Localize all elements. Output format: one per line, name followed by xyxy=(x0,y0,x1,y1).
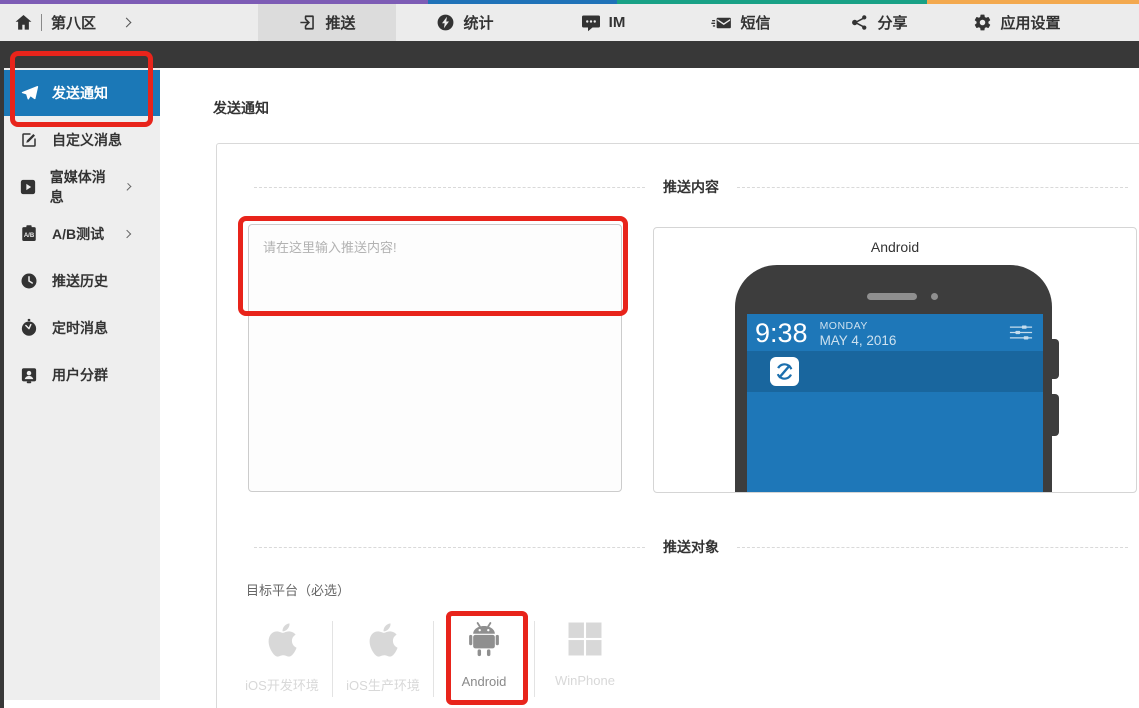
phone-screen: 9:38 MONDAY MAY 4, 2016 xyxy=(747,314,1043,492)
app-selector[interactable]: 第八区 xyxy=(0,4,258,41)
sidebar-item-ab-test[interactable]: A/B A/B测试 xyxy=(0,210,160,257)
top-navbar: 第八区 推送 统计 IM 短信 xyxy=(0,4,1139,41)
sidebar-item-label: 自定义消息 xyxy=(52,130,122,150)
notification-row xyxy=(747,351,1043,392)
preview-platform-title: Android xyxy=(654,239,1136,255)
phone-speaker xyxy=(867,293,917,300)
tab-im[interactable]: IM xyxy=(534,4,672,41)
composer-input[interactable] xyxy=(248,224,622,492)
section-title: 推送对象 xyxy=(663,537,719,557)
windows-icon xyxy=(567,621,603,662)
platform-label: Android xyxy=(462,674,507,689)
gear-icon xyxy=(973,13,992,32)
sidebar-item-label: 富媒体消息 xyxy=(50,167,113,207)
sidebar-item-label: A/B测试 xyxy=(52,224,104,244)
sidebar-item-label: 定时消息 xyxy=(52,318,108,338)
history-clock-icon xyxy=(18,272,40,290)
tab-label: IM xyxy=(609,14,626,31)
phone-date: MONDAY MAY 4, 2016 xyxy=(820,320,897,349)
chevron-right-icon xyxy=(122,18,132,28)
timer-icon xyxy=(18,318,40,337)
section-header-push-content: 推送内容 xyxy=(254,177,1128,197)
sidebar-item-push-history[interactable]: 推送历史 xyxy=(0,257,160,304)
section-title: 推送内容 xyxy=(663,177,719,197)
svg-text:A/B: A/B xyxy=(24,233,35,239)
home-icon xyxy=(14,13,33,32)
tab-stats[interactable]: 统计 xyxy=(396,4,534,41)
phone-weekday: MONDAY xyxy=(820,320,897,333)
phone-date-text: MAY 4, 2016 xyxy=(820,333,897,349)
sidebar-item-custom-message[interactable]: 自定义消息 xyxy=(0,116,160,163)
tab-app-settings[interactable]: 应用设置 xyxy=(948,4,1086,41)
tab-push[interactable]: 推送 xyxy=(258,4,396,41)
tab-label: 推送 xyxy=(325,12,355,33)
push-icon xyxy=(298,13,317,32)
sms-icon xyxy=(711,14,732,32)
send-icon xyxy=(18,84,40,103)
android-icon xyxy=(468,621,500,663)
stats-icon xyxy=(436,13,455,32)
chevron-right-icon xyxy=(123,229,131,237)
phone-mockup: 9:38 MONDAY MAY 4, 2016 xyxy=(735,265,1052,492)
rich-media-icon xyxy=(18,178,38,196)
platform-label: iOS生产环境 xyxy=(346,675,420,694)
tab-label: 短信 xyxy=(740,12,770,33)
sidebar-item-label: 推送历史 xyxy=(52,271,108,291)
sidebar-item-send-notification[interactable]: 发送通知 xyxy=(0,70,160,116)
platform-ios-dev[interactable]: iOS开发环境 xyxy=(232,615,332,694)
edit-icon xyxy=(18,131,40,149)
target-platform-label: 目标平台（必选） xyxy=(246,580,350,599)
main-content: 发送通知 推送内容 Android xyxy=(160,68,1139,708)
tab-sms[interactable]: 短信 xyxy=(672,4,810,41)
phone-side-button xyxy=(1049,394,1059,436)
current-app-name: 第八区 xyxy=(51,12,96,33)
tab-label: 统计 xyxy=(463,12,493,33)
apple-icon xyxy=(266,621,299,664)
sidebar-item-rich-media[interactable]: 富媒体消息 xyxy=(0,163,160,210)
phone-status-row: 9:38 MONDAY MAY 4, 2016 xyxy=(747,314,1043,349)
sidebar-item-user-segments[interactable]: 用户分群 xyxy=(0,351,160,398)
phone-side-button xyxy=(1049,339,1059,379)
tab-label: 分享 xyxy=(877,12,907,33)
sidebar-item-scheduled-message[interactable]: 定时消息 xyxy=(0,304,160,351)
sidebar: 发送通知 自定义消息 富媒体消息 A/B A/B测试 xyxy=(0,68,160,700)
platform-ios-prod[interactable]: iOS生产环境 xyxy=(333,615,433,694)
phone-camera xyxy=(931,293,938,300)
tab-share[interactable]: 分享 xyxy=(810,4,948,41)
app-icon xyxy=(770,357,799,386)
ab-test-icon: A/B xyxy=(18,224,40,243)
section-header-push-audience: 推送对象 xyxy=(254,537,1128,557)
share-icon xyxy=(850,13,869,32)
user-group-icon xyxy=(18,366,40,384)
im-icon xyxy=(581,14,601,32)
platform-label: WinPhone xyxy=(555,673,615,688)
left-edge-strip xyxy=(0,41,4,708)
tab-label: 应用设置 xyxy=(1000,12,1060,33)
sidebar-item-label: 发送通知 xyxy=(52,83,108,103)
app-window: 第八区 推送 统计 IM 短信 xyxy=(0,0,1139,708)
sub-header-bar xyxy=(0,41,1139,68)
sidebar-item-label: 用户分群 xyxy=(52,365,108,385)
platform-winphone[interactable]: WinPhone xyxy=(535,615,635,688)
page-title: 发送通知 xyxy=(213,98,269,118)
platform-selector: iOS开发环境 iOS生产环境 Android xyxy=(232,615,635,697)
phone-time: 9:38 xyxy=(755,319,808,347)
push-form-panel: 推送内容 Android 9:38 xyxy=(216,143,1139,708)
apple-icon xyxy=(367,621,400,664)
platform-android[interactable]: Android xyxy=(434,615,534,689)
divider xyxy=(41,14,42,31)
android-preview-card: Android 9:38 MONDAY MAY 4, 2016 xyxy=(653,227,1137,493)
quick-settings-icon xyxy=(1009,324,1033,346)
chevron-right-icon xyxy=(123,182,131,190)
platform-label: iOS开发环境 xyxy=(245,675,319,694)
